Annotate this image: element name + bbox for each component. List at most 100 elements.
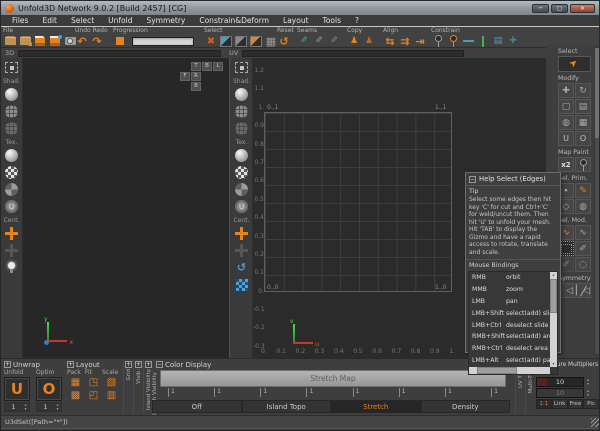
stepper-arrows-icon[interactable]: ▴▾: [54, 403, 61, 411]
select-edge-pencil-icon[interactable]: ✎: [575, 183, 591, 198]
lasso-select-icon[interactable]: ✐: [575, 241, 591, 256]
viewport-3d[interactable]: Shad.Tex.Cent. T BLFR B y x: [1, 58, 230, 358]
center-uv-icon[interactable]: [234, 226, 249, 241]
save-icon[interactable]: [33, 35, 47, 47]
unfold-iterations-stepper[interactable]: 1 ▴▾: [4, 402, 30, 412]
unfold-local-icon[interactable]: U: [558, 131, 574, 146]
tile-view-icon[interactable]: [234, 277, 249, 292]
resize-grip[interactable]: [591, 418, 600, 427]
refresh-texture-icon[interactable]: ↺: [234, 260, 249, 275]
expand-icon[interactable]: +: [135, 361, 142, 368]
menu-item[interactable]: Files: [5, 16, 35, 25]
move-icon[interactable]: ✚: [558, 83, 574, 98]
stepper-arrows-icon[interactable]: ▴▾: [584, 389, 592, 398]
multiplier-mode-button[interactable]: Link: [552, 399, 568, 409]
view-side-button[interactable]: R: [191, 72, 201, 81]
color-display-mode-button[interactable]: Off: [152, 400, 242, 413]
grid-wrap-icon[interactable]: ▦: [575, 115, 591, 130]
frame-select-icon[interactable]: [234, 60, 249, 75]
multiplier-mode-button[interactable]: Pic: [583, 399, 599, 409]
collapse-icon[interactable]: −: [156, 361, 163, 368]
pack-alt-icon[interactable]: ▩: [67, 390, 84, 402]
cut-seam-icon[interactable]: ✎: [297, 35, 311, 47]
sphere-wrap-icon[interactable]: ◍: [558, 115, 574, 130]
align-to-edge-icon[interactable]: ⇥: [413, 35, 427, 47]
optimize-iterations-stepper[interactable]: 1 ▴▾: [36, 402, 62, 412]
circle-select-icon[interactable]: ◌: [575, 257, 591, 272]
unfold-button[interactable]: U: [4, 377, 30, 401]
menu-item[interactable]: Constrain&Deform: [192, 16, 276, 25]
close-button[interactable]: ✕: [570, 4, 595, 13]
select-box-icon[interactable]: [219, 35, 233, 47]
rotate-icon[interactable]: ↻: [575, 83, 591, 98]
checker-texture-icon[interactable]: [4, 165, 19, 180]
quad-texture-icon[interactable]: [4, 182, 19, 197]
reset-icon[interactable]: ↺: [277, 35, 291, 47]
constrain-vertical-icon[interactable]: [476, 35, 490, 47]
select-invert-icon[interactable]: [234, 35, 248, 47]
multiplier-mode-button[interactable]: Free: [568, 399, 584, 409]
wireframe-shading-icon[interactable]: [234, 104, 249, 119]
view-side-button[interactable]: F: [180, 72, 190, 81]
copy-mesh-icon[interactable]: ♟: [347, 35, 361, 47]
weld-seam-icon[interactable]: ✎: [312, 35, 326, 47]
fit-alt-icon[interactable]: ◰: [85, 390, 102, 402]
center-uv-selection-icon[interactable]: [234, 243, 249, 258]
select-island-icon[interactable]: [249, 35, 263, 47]
collapse-icon[interactable]: −: [469, 176, 476, 183]
smooth-shading-icon[interactable]: [234, 87, 249, 102]
stop-icon[interactable]: [113, 35, 127, 47]
optimize-local-icon[interactable]: O: [575, 131, 591, 146]
scale-icon[interactable]: ▢: [558, 99, 574, 114]
wire-shaded-icon[interactable]: [234, 121, 249, 136]
double-resolution-icon[interactable]: x2: [558, 157, 574, 172]
fit-icon[interactable]: ◳: [85, 377, 102, 389]
remove-constrain-icon[interactable]: ✚: [506, 35, 520, 47]
select-all-icon[interactable]: ▦: [264, 35, 278, 47]
flatten-icon[interactable]: ▤: [575, 99, 591, 114]
menu-item[interactable]: Edit: [35, 16, 64, 25]
scale-up-icon[interactable]: ▧: [103, 377, 120, 389]
panel-scrollbar[interactable]: [594, 47, 600, 355]
symmetry-off-icon[interactable]: ▏◁: [575, 283, 591, 298]
expand-icon[interactable]: +: [145, 361, 152, 368]
checker-texture-icon[interactable]: [234, 165, 249, 180]
align-cross-icon[interactable]: ⇆: [383, 35, 397, 47]
wire-shaded-icon[interactable]: [4, 121, 19, 136]
menu-item[interactable]: ?: [348, 16, 366, 25]
maximize-button[interactable]: ▢: [551, 4, 568, 13]
view-top-button[interactable]: T: [191, 62, 201, 71]
menu-item[interactable]: Symmetry: [139, 16, 192, 25]
menu-item[interactable]: Layout: [276, 16, 316, 25]
stepper-arrows-icon[interactable]: ▴▾: [22, 403, 29, 411]
visibility-strip[interactable]: + Visib.: [133, 360, 143, 414]
select-object-icon[interactable]: ◍: [575, 199, 591, 214]
menu-item[interactable]: Tools: [316, 16, 348, 25]
save-as-icon[interactable]: [48, 35, 62, 47]
vertical-scrollbar-thumb[interactable]: [550, 279, 557, 313]
paste-mesh-icon[interactable]: ♟: [362, 35, 376, 47]
frame-select-icon[interactable]: [4, 60, 19, 75]
brush-deselect-icon[interactable]: ∿: [575, 225, 591, 240]
open-file-icon[interactable]: [3, 35, 17, 47]
align-parallel-icon[interactable]: ⇉: [398, 35, 412, 47]
panel-scrollbar-thumb[interactable]: [595, 48, 599, 138]
horizontal-scrollbar-thumb[interactable]: [477, 367, 517, 374]
wireframe-shading-icon[interactable]: [4, 104, 19, 119]
menu-item[interactable]: Unfold: [101, 16, 139, 25]
view-bottom-button[interactable]: B: [191, 82, 201, 91]
color-display-mode-button[interactable]: Stretch: [331, 400, 421, 413]
custom-texture-icon[interactable]: [4, 199, 19, 214]
v-multiplier-field[interactable]: 10: [536, 388, 584, 398]
clear-selection-icon[interactable]: ✖: [204, 35, 218, 47]
minimize-button[interactable]: ─: [532, 4, 549, 13]
select-tool-button[interactable]: ➤: [558, 56, 591, 72]
expand-icon[interactable]: +: [4, 361, 11, 368]
optimize-button[interactable]: O: [36, 377, 62, 401]
expand-icon[interactable]: +: [67, 361, 74, 368]
viewport-uv-filter-field[interactable]: [242, 50, 464, 57]
redo-icon[interactable]: ↷: [90, 35, 104, 47]
stretch-map-bar[interactable]: Stretch Map: [160, 370, 506, 387]
pin-icon[interactable]: [431, 35, 445, 47]
import-file-icon[interactable]: [18, 35, 32, 47]
